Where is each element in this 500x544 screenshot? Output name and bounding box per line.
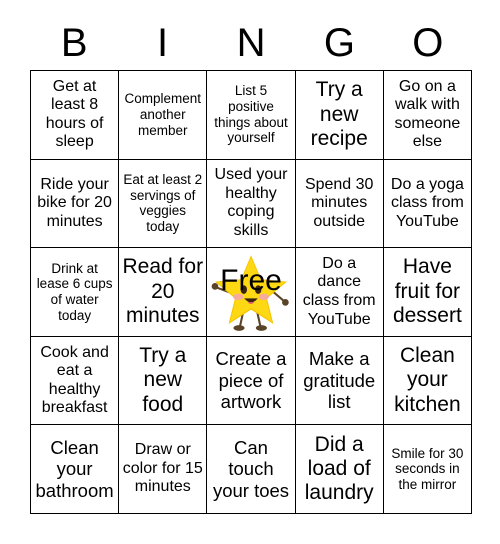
bingo-header-letter-i: I <box>157 21 169 65</box>
bingo-cell-text: Clean your bathroom <box>35 437 114 501</box>
bingo-cell-r2-c3[interactable]: Used your healthy coping skills <box>207 159 296 249</box>
bingo-cell-text: Ride your bike for 20 minutes <box>37 175 112 230</box>
bingo-cell-r4-c3[interactable]: Create a piece of artwork <box>207 336 296 426</box>
bingo-grid: Get at least 8 hours of sleep Complement … <box>30 70 472 514</box>
bingo-cell-text: Used your healthy coping skills <box>214 166 288 239</box>
bingo-header-letter-g: G <box>323 21 355 65</box>
bingo-header-letter-b: B <box>60 21 88 65</box>
bingo-cell-r4-c2[interactable]: Try a new food <box>119 336 208 426</box>
bingo-cell-r5-c2[interactable]: Draw or color for 15 minutes <box>119 425 208 514</box>
bingo-cell-r5-c4[interactable]: Did a load of laundry <box>295 425 384 514</box>
bingo-cell-text: Create a piece of artwork <box>215 348 287 413</box>
bingo-cell-text: Draw or color for 15 minutes <box>122 441 203 496</box>
bingo-cell-text: List 5 positive things about yourself <box>214 83 288 146</box>
bingo-cell-r1-c5[interactable]: Go on a walk with someone else <box>383 71 472 160</box>
bingo-cell-r1-c1[interactable]: Get at least 8 hours of sleep <box>31 71 120 160</box>
bingo-cell-text: Do a dance class from YouTube <box>302 254 376 328</box>
bingo-cell-r3-c2[interactable]: Read for 20 minutes <box>119 248 208 337</box>
bingo-cell-text: Have fruit for dessert <box>392 255 462 328</box>
bingo-cell-text: Make a gratitude list <box>303 348 376 413</box>
bingo-cell-r5-c5[interactable]: Smile for 30 seconds in the mirror <box>383 425 472 514</box>
bingo-cell-text: Do a yoga class from YouTube <box>390 175 464 230</box>
bingo-cell-r1-c3[interactable]: List 5 positive things about yourself <box>207 71 296 160</box>
bingo-cell-text: Try a new recipe <box>310 78 368 150</box>
bingo-cell-r3-c1[interactable]: Drink at lease 6 cups of water today <box>31 248 120 337</box>
bingo-cell-text: Try a new food <box>139 344 187 416</box>
bingo-cell-r1-c2[interactable]: Complement another member <box>119 71 208 160</box>
bingo-cell-text: Did a load of laundry <box>304 432 374 505</box>
bingo-cell-text: Drink at lease 6 cups of water today <box>36 260 113 323</box>
bingo-header-letter-o: O <box>412 21 444 65</box>
bingo-cell-text: Clean your kitchen <box>394 344 461 416</box>
bingo-cell-text: Can touch your toes <box>212 437 290 501</box>
bingo-cell-text: Cook and eat a healthy breakfast <box>40 343 109 417</box>
bingo-cell-r3-c4[interactable]: Do a dance class from YouTube <box>295 248 384 337</box>
bingo-cell-r5-c1[interactable]: Clean your bathroom <box>31 425 120 514</box>
bingo-cell-r5-c3[interactable]: Can touch your toes <box>207 425 296 514</box>
bingo-cell-free-space[interactable]: Free <box>207 248 296 337</box>
bingo-cell-r4-c4[interactable]: Make a gratitude list <box>295 336 384 426</box>
bingo-cell-text: Go on a walk with someone else <box>394 77 461 151</box>
bingo-cell-r2-c5[interactable]: Do a yoga class from YouTube <box>383 159 472 249</box>
bingo-cell-r4-c1[interactable]: Cook and eat a healthy breakfast <box>31 336 120 426</box>
bingo-cell-r3-c5[interactable]: Have fruit for dessert <box>383 248 472 337</box>
bingo-cell-text: Read for 20 minutes <box>122 255 204 328</box>
bingo-header-row: B I N G O <box>30 16 472 70</box>
bingo-cell-text: Complement another member <box>124 91 202 138</box>
free-space-wrapper: Free <box>207 248 294 336</box>
bingo-cell-text: Eat at least 2 servings of veggies today <box>123 172 203 235</box>
bingo-cell-r2-c2[interactable]: Eat at least 2 servings of veggies today <box>119 159 208 249</box>
bingo-cell-text: Get at least 8 hours of sleep <box>45 77 104 151</box>
bingo-card: B I N G O Get at least 8 hours of sleep C… <box>0 0 500 544</box>
bingo-cell-r4-c5[interactable]: Clean your kitchen <box>383 336 472 426</box>
bingo-cell-r2-c1[interactable]: Ride your bike for 20 minutes <box>31 159 120 249</box>
bingo-cell-text: Spend 30 minutes outside <box>304 175 374 230</box>
bingo-cell-text: Smile for 30 seconds in the mirror <box>391 445 464 493</box>
free-space-label: Free <box>220 264 282 298</box>
bingo-cell-r1-c4[interactable]: Try a new recipe <box>295 71 384 160</box>
bingo-header-letter-n: N <box>236 21 266 65</box>
bingo-cell-r2-c4[interactable]: Spend 30 minutes outside <box>295 159 384 249</box>
